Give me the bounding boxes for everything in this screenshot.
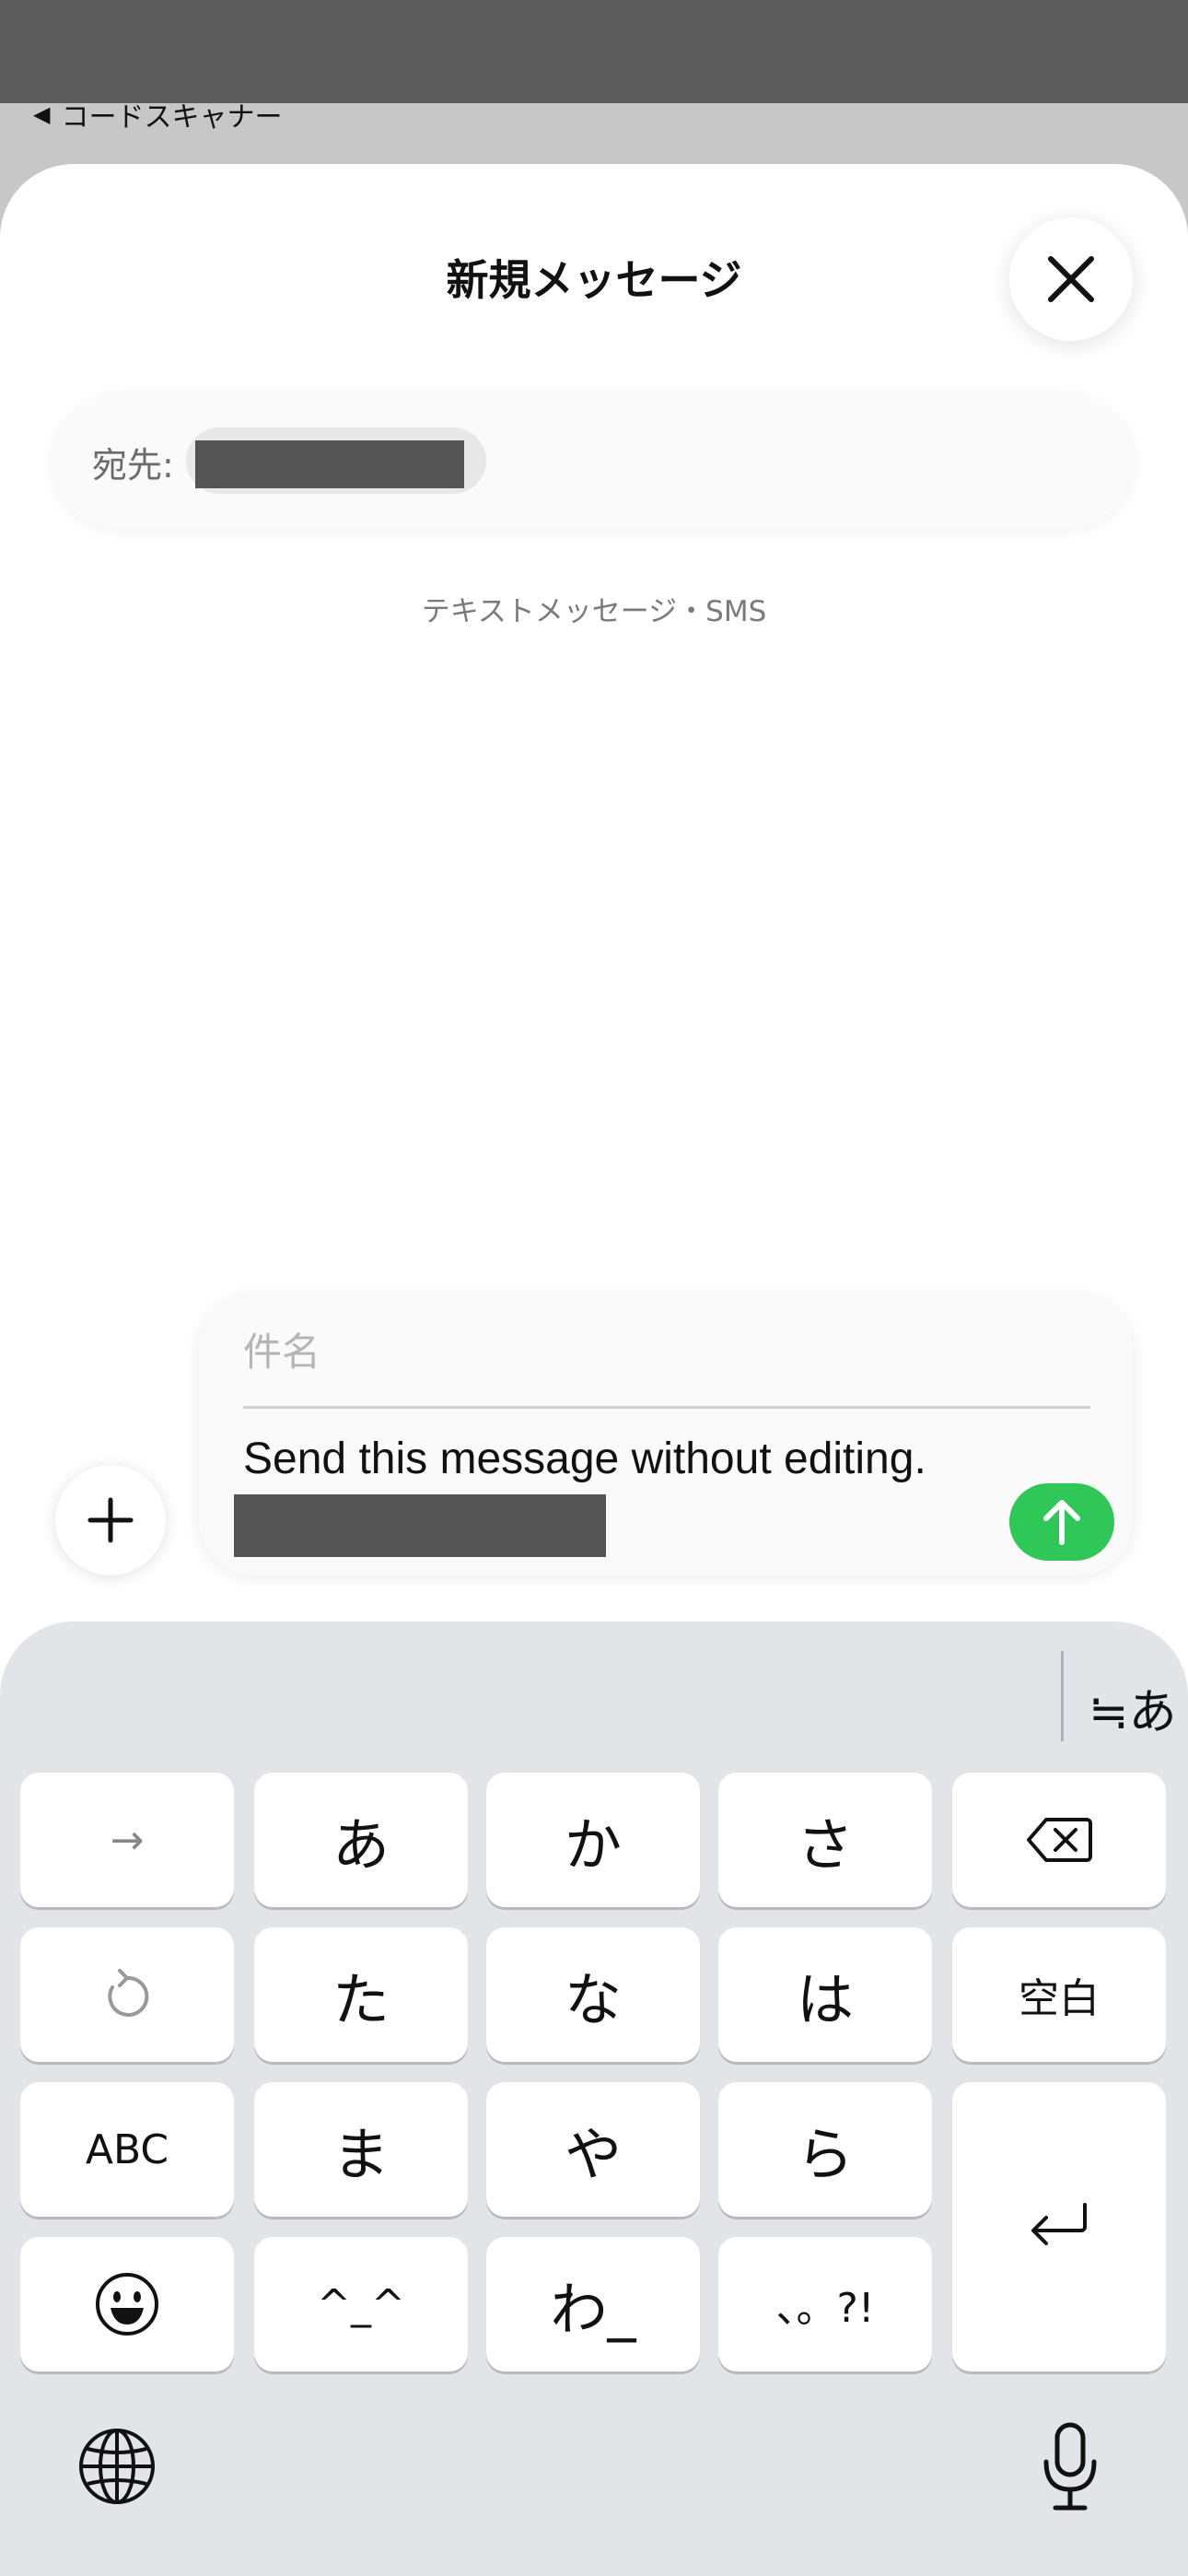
globe-button[interactable] <box>77 2427 157 2511</box>
key-arrow[interactable]: → <box>20 1773 234 1907</box>
compose-divider <box>243 1406 1090 1409</box>
back-to-code-scanner-link[interactable]: ◀ コードスキャナー <box>33 94 282 135</box>
close-icon <box>1048 256 1094 302</box>
undo-icon <box>108 1969 149 2017</box>
service-label: テキストメッセージ・SMS <box>421 595 767 628</box>
return-icon <box>1031 2203 1087 2245</box>
candidate-divider <box>1061 1651 1064 1741</box>
input-mode-switch[interactable]: ≒あ <box>1089 1673 1177 1742</box>
recipient-field[interactable]: 宛先: <box>53 394 1133 529</box>
key-sa[interactable]: さ <box>718 1773 932 1907</box>
key-a[interactable]: あ <box>254 1773 468 1907</box>
key-ma[interactable]: ま <box>254 2082 468 2217</box>
return-key[interactable] <box>952 2082 1166 2371</box>
key-ra[interactable]: ら <box>718 2082 932 2217</box>
globe-icon <box>79 2429 155 2504</box>
key-punctuation[interactable]: 、。?! <box>718 2237 932 2371</box>
emoji-icon <box>96 2273 158 2336</box>
microphone-icon <box>1043 2422 1097 2511</box>
add-attachment-button[interactable] <box>55 1465 166 1575</box>
compose-box: 件名 Send this message without editing. <box>199 1295 1133 1575</box>
key-na[interactable]: な <box>486 1927 700 2062</box>
key-ta[interactable]: た <box>254 1927 468 2062</box>
redacted-message-text <box>234 1494 606 1557</box>
key-ha[interactable]: は <box>718 1927 932 2062</box>
undo-key[interactable] <box>20 1927 234 2062</box>
key-wa[interactable]: わ_ <box>486 2237 700 2371</box>
recipient-label: 宛先: <box>92 445 174 486</box>
delete-key[interactable] <box>952 1773 1166 1907</box>
back-link-label: コードスキャナー <box>61 101 283 134</box>
send-button[interactable] <box>1009 1483 1114 1561</box>
delete-icon <box>1027 1818 1092 1862</box>
abc-key[interactable]: ABC <box>20 2082 234 2217</box>
arrow-up-icon <box>1043 1500 1080 1545</box>
key-ya[interactable]: や <box>486 2082 700 2217</box>
status-bar <box>0 0 1188 103</box>
close-button[interactable] <box>1009 217 1133 341</box>
plus-icon <box>87 1497 134 1543</box>
emoji-key[interactable] <box>20 2237 234 2371</box>
back-arrow-icon: ◀ <box>33 101 51 127</box>
recipient-chip[interactable] <box>186 427 486 494</box>
subject-input[interactable]: 件名 <box>243 1321 320 1377</box>
redacted-recipient <box>195 440 464 488</box>
key-ka[interactable]: か <box>486 1773 700 1907</box>
message-input[interactable]: Send this message without editing. <box>243 1434 926 1484</box>
dictation-button[interactable] <box>1041 2421 1100 2518</box>
key-emoticon[interactable]: ^_^ <box>254 2237 468 2371</box>
space-key[interactable]: 空白 <box>952 1927 1166 2062</box>
